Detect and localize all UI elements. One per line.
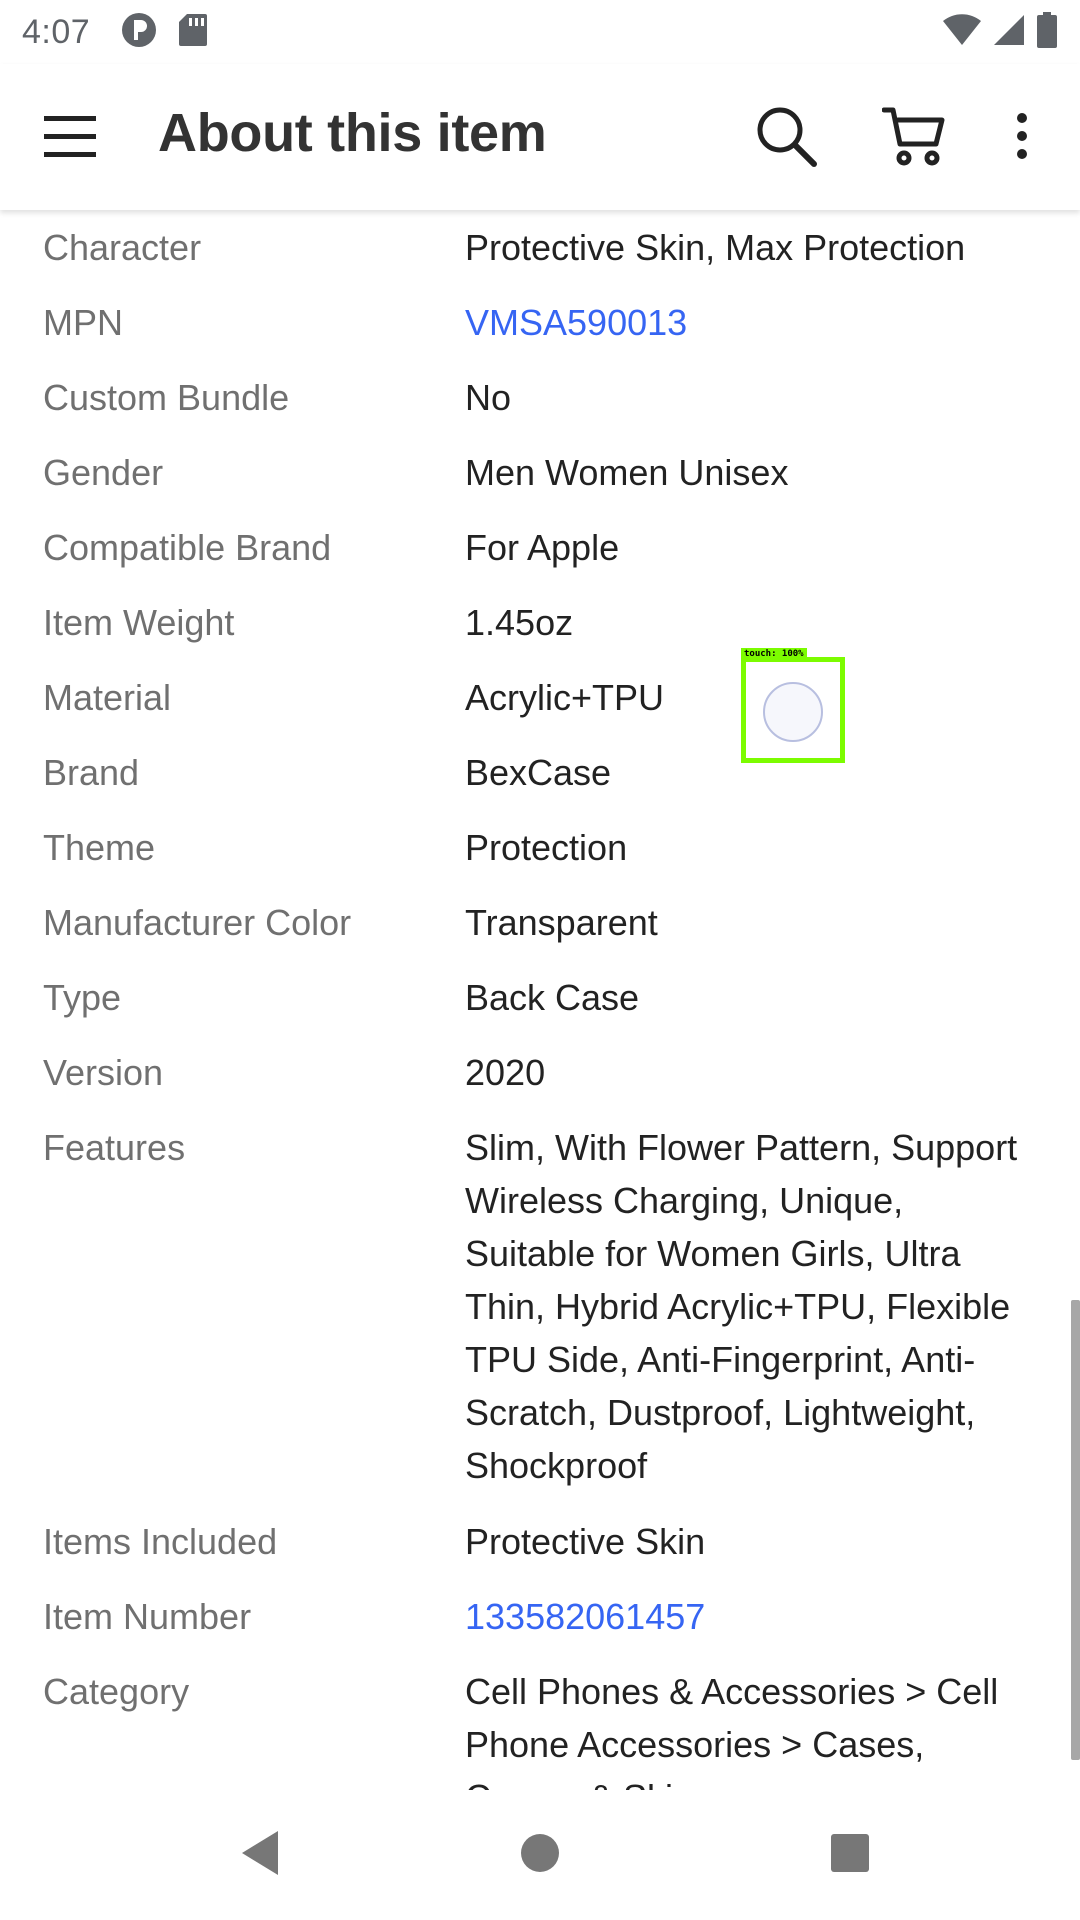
spec-value: Transparent bbox=[465, 902, 658, 943]
spec-label: Version bbox=[43, 1052, 164, 1093]
recents-square-icon bbox=[829, 1832, 871, 1879]
spec-label: Manufacturer Color bbox=[43, 902, 352, 943]
spec-row-gender: Gender Men Women Unisex bbox=[0, 435, 1080, 510]
spec-label: Theme bbox=[43, 827, 156, 868]
spec-label: Item Weight bbox=[43, 602, 235, 643]
home-circle-icon bbox=[519, 1832, 561, 1879]
spec-label: Features bbox=[43, 1127, 186, 1168]
spec-row-item-weight: Item Weight 1.45oz bbox=[0, 585, 1080, 660]
cart-button[interactable] bbox=[878, 102, 950, 174]
wifi-icon bbox=[942, 13, 982, 52]
spec-row-mpn: MPN VMSA590013 bbox=[0, 285, 1080, 360]
status-bar: 4:07 bbox=[0, 0, 1080, 64]
spec-row-character: Character Protective Skin, Max Protectio… bbox=[0, 210, 1080, 285]
spec-row-theme: Theme Protection bbox=[0, 810, 1080, 885]
spec-value: 2020 bbox=[465, 1052, 546, 1093]
spec-row-items-included: Items Included Protective Skin bbox=[0, 1504, 1080, 1579]
system-nav-bar bbox=[0, 1790, 1080, 1920]
mpn-link[interactable]: VMSA590013 bbox=[465, 296, 1035, 349]
item-number-link[interactable]: 133582061457 bbox=[465, 1590, 1035, 1643]
cart-icon bbox=[881, 104, 946, 173]
spec-row-manufacturer-color: Manufacturer Color Transparent bbox=[0, 885, 1080, 960]
menu-icon bbox=[42, 112, 98, 165]
spec-label: Character bbox=[43, 227, 202, 268]
more-options-button[interactable] bbox=[1000, 102, 1044, 174]
spec-label: Brand bbox=[43, 752, 140, 793]
more-vert-icon bbox=[1015, 112, 1029, 165]
spec-value: Protective Skin bbox=[465, 1521, 706, 1562]
spec-row-category: Category Cell Phones & Accessories > Cel… bbox=[0, 1654, 1080, 1790]
back-button[interactable] bbox=[225, 1820, 295, 1890]
spec-row-features: Features Slim, With Flower Pattern, Supp… bbox=[0, 1110, 1080, 1504]
spec-row-brand: Brand BexCase bbox=[0, 735, 1080, 810]
spec-label: Item Number bbox=[43, 1596, 252, 1637]
spec-label: MPN bbox=[43, 302, 123, 343]
spec-value: Back Case bbox=[465, 977, 640, 1018]
app-notification-icon bbox=[120, 11, 158, 54]
page-title: About this item bbox=[158, 103, 547, 163]
spec-row-material: Material Acrylic+TPU bbox=[0, 660, 1080, 735]
scrollbar[interactable] bbox=[1071, 1300, 1080, 1760]
spec-label: Material bbox=[43, 677, 172, 718]
status-time: 4:07 bbox=[22, 12, 91, 51]
spec-label: Type bbox=[43, 977, 122, 1018]
home-button[interactable] bbox=[505, 1820, 575, 1890]
spec-value: Men Women Unisex bbox=[465, 452, 789, 493]
status-left-icons bbox=[120, 11, 208, 54]
battery-icon bbox=[1036, 11, 1058, 53]
spec-label: Gender bbox=[43, 452, 164, 493]
search-button[interactable] bbox=[750, 102, 822, 174]
sd-card-icon bbox=[178, 12, 208, 53]
spec-label: Custom Bundle bbox=[43, 377, 290, 418]
spec-row-version: Version 2020 bbox=[0, 1035, 1080, 1110]
spec-row-compatible-brand: Compatible Brand For Apple bbox=[0, 510, 1080, 585]
spec-row-item-number: Item Number 133582061457 bbox=[0, 1579, 1080, 1654]
search-icon bbox=[754, 104, 818, 173]
spec-label: Items Included bbox=[43, 1521, 278, 1562]
spec-row-custom-bundle: Custom Bundle No bbox=[0, 360, 1080, 435]
spec-row-type: Type Back Case bbox=[0, 960, 1080, 1035]
item-specifics-list[interactable]: Character Protective Skin, Max Protectio… bbox=[0, 210, 1080, 1790]
spec-value: Cell Phones & Accessories > Cell Phone A… bbox=[465, 1671, 999, 1790]
app-bar: About this item bbox=[0, 64, 1080, 210]
spec-value: Protective Skin, Max Protection bbox=[465, 227, 966, 268]
recents-button[interactable] bbox=[815, 1820, 885, 1890]
spec-label: Category bbox=[43, 1671, 190, 1712]
status-right-icons bbox=[942, 11, 1058, 53]
menu-button[interactable] bbox=[40, 108, 100, 168]
spec-value: No bbox=[465, 377, 512, 418]
spec-label: Compatible Brand bbox=[43, 527, 332, 568]
spec-value: Slim, With Flower Pattern, Support Wirel… bbox=[465, 1127, 1018, 1486]
spec-value: 1.45oz bbox=[465, 602, 574, 643]
screen: 4:07 About this item Character Protectiv… bbox=[0, 0, 1080, 1920]
spec-value: Protection bbox=[465, 827, 628, 868]
touch-point-indicator bbox=[763, 682, 823, 742]
cellular-signal-icon bbox=[992, 13, 1026, 52]
touch-label: touch: 100% bbox=[741, 648, 807, 660]
back-triangle-icon bbox=[238, 1829, 282, 1882]
spec-value: For Apple bbox=[465, 527, 620, 568]
